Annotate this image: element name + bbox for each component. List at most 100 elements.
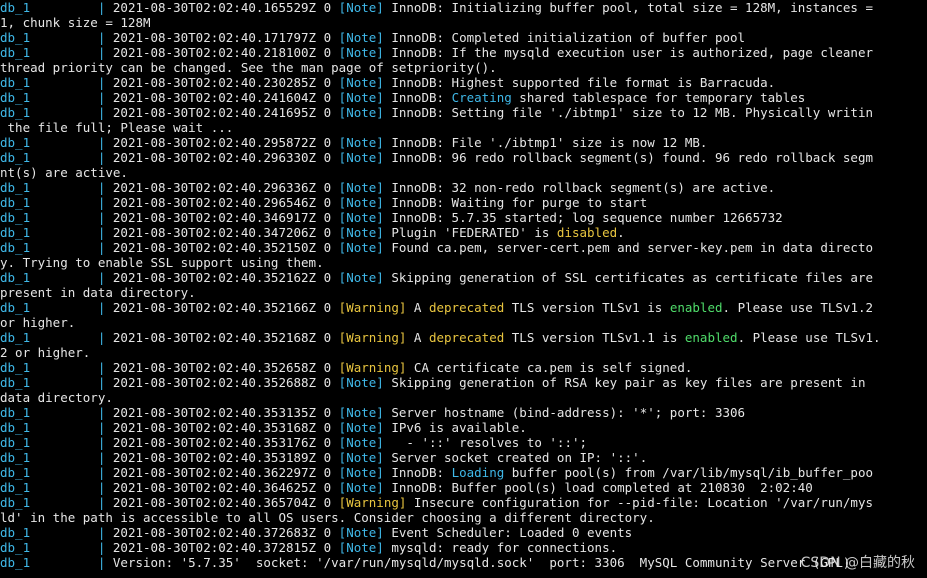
log-line: db_1 | 2021-08-30T02:02:40.296336Z 0 [No… [0,180,927,195]
log-text: . Please use TLSv1.2 [722,300,874,315]
log-line: db_1 | 2021-08-30T02:02:40.230285Z 0 [No… [0,75,927,90]
log-line: db_1 | 2021-08-30T02:02:40.372815Z 0 [No… [0,540,927,555]
note-tag: [Note] [338,135,384,150]
service-prefix: db_1 | [0,75,113,90]
log-text: present in data directory. [0,285,196,300]
highlighted-word: deprecated [428,300,505,315]
log-text: 2021-08-30T02:02:40.353176Z 0 [112,435,339,450]
log-line: db_1 | 2021-08-30T02:02:40.353168Z 0 [No… [0,420,927,435]
log-text: Plugin 'FEDERATED' is [383,225,557,240]
service-prefix: db_1 | [0,180,113,195]
log-line: db_1 | 2021-08-30T02:02:40.218100Z 0 [No… [0,45,927,60]
log-line: data directory. [0,390,927,405]
log-line: db_1 | 2021-08-30T02:02:40.352688Z 0 [No… [0,375,927,390]
log-text: InnoDB: Buffer pool(s) load completed at… [383,480,813,495]
note-tag: [Note] [338,540,384,555]
log-text: 2021-08-30T02:02:40.346917Z 0 [112,210,339,225]
log-text: Skipping generation of RSA key pair as k… [383,375,866,390]
log-line: db_1 | 2021-08-30T02:02:40.352658Z 0 [Wa… [0,360,927,375]
log-line: db_1 | 2021-08-30T02:02:40.353135Z 0 [No… [0,405,927,420]
log-line: db_1 | 2021-08-30T02:02:40.353176Z 0 [No… [0,435,927,450]
log-text: y. Trying to enable SSL support using th… [0,255,324,270]
log-text: TLS version TLSv1 is [504,300,670,315]
log-text: InnoDB: Setting file './ibtmp1' size to … [383,105,873,120]
log-line: db_1 | 2021-08-30T02:02:40.295872Z 0 [No… [0,135,927,150]
log-text: the file full; Please wait ... [0,120,234,135]
log-text: 2021-08-30T02:02:40.218100Z 0 [112,45,339,60]
log-text: TLS version TLSv1.1 is [504,330,685,345]
note-tag: [Note] [338,75,384,90]
log-line: or higher. [0,315,927,330]
note-tag: [Note] [338,405,384,420]
service-prefix: db_1 | [0,30,113,45]
terminal-output[interactable]: db_1 | 2021-08-30T02:02:40.165529Z 0 [No… [0,0,927,578]
log-text: 2021-08-30T02:02:40.352166Z 0 [112,300,339,315]
log-text: 2021-08-30T02:02:40.241604Z 0 [112,90,339,105]
note-tag: [Note] [338,450,384,465]
note-tag: [Note] [338,420,384,435]
warning-tag: [Warning] [338,495,407,510]
service-prefix: db_1 | [0,450,113,465]
log-text: Insecure configuration for --pid-file: L… [406,495,873,510]
log-text: . [617,225,625,240]
service-prefix: db_1 | [0,360,113,375]
service-prefix: db_1 | [0,495,113,510]
log-text: CA certificate ca.pem is self signed. [406,360,693,375]
log-text: 2021-08-30T02:02:40.352688Z 0 [112,375,339,390]
warning-tag: [Warning] [338,360,407,375]
log-line: the file full; Please wait ... [0,120,927,135]
log-line: 2 or higher. [0,345,927,360]
log-line: db_1 | 2021-08-30T02:02:40.352168Z 0 [Wa… [0,330,927,345]
note-tag: [Note] [338,195,384,210]
log-text: ld' in the path is accessible to all OS … [0,510,655,525]
note-tag: [Note] [338,90,384,105]
note-tag: [Note] [338,225,384,240]
note-tag: [Note] [338,270,384,285]
watermark: CSDN @白藏的秋 [800,555,915,571]
log-text: InnoDB: If the mysqld execution user is … [383,45,873,60]
log-line: db_1 | 2021-08-30T02:02:40.346917Z 0 [No… [0,210,927,225]
service-prefix: db_1 | [0,45,113,60]
log-text: 2021-08-30T02:02:40.296546Z 0 [112,195,339,210]
service-prefix: db_1 | [0,270,113,285]
log-line: db_1 | 2021-08-30T02:02:40.171797Z 0 [No… [0,30,927,45]
log-text: Event Scheduler: Loaded 0 events [383,525,633,540]
log-line: 1, chunk size = 128M [0,15,927,30]
note-tag: [Note] [338,30,384,45]
log-text: InnoDB: Highest supported file format is… [383,75,776,90]
service-prefix: db_1 | [0,405,113,420]
log-text: 2021-08-30T02:02:40.353189Z 0 [112,450,339,465]
service-prefix: db_1 | [0,465,113,480]
log-text: IPv6 is available. [383,420,527,435]
service-prefix: db_1 | [0,195,113,210]
note-tag: [Note] [338,180,384,195]
service-prefix: db_1 | [0,0,113,15]
log-text: InnoDB: File './ibtmp1' size is now 12 M… [383,135,708,150]
service-prefix: db_1 | [0,300,113,315]
highlighted-word: disabled [556,225,618,240]
log-text: InnoDB: Completed initialization of buff… [383,30,746,45]
note-tag: [Note] [338,150,384,165]
log-text: InnoDB: Initializing buffer pool, total … [383,0,873,15]
note-tag: [Note] [338,210,384,225]
log-text: InnoDB: 5.7.35 started; log sequence num… [383,210,783,225]
service-prefix: db_1 | [0,105,113,120]
note-tag: [Note] [338,375,384,390]
log-text: 2021-08-30T02:02:40.364625Z 0 [112,480,339,495]
log-text: 2021-08-30T02:02:40.352150Z 0 [112,240,339,255]
log-line: nt(s) are active. [0,165,927,180]
log-text: InnoDB: Waiting for purge to start [383,195,648,210]
log-line: db_1 | 2021-08-30T02:02:40.241604Z 0 [No… [0,90,927,105]
log-text: Found ca.pem, server-cert.pem and server… [383,240,873,255]
log-line: db_1 | 2021-08-30T02:02:40.364625Z 0 [No… [0,480,927,495]
log-text: 2 or higher. [0,345,91,360]
log-text: 2021-08-30T02:02:40.230285Z 0 [112,75,339,90]
log-line: ld' in the path is accessible to all OS … [0,510,927,525]
log-line: thread priority can be changed. See the … [0,60,927,75]
service-prefix: db_1 | [0,420,113,435]
log-line: db_1 | 2021-08-30T02:02:40.362297Z 0 [No… [0,465,927,480]
service-prefix: db_1 | [0,330,113,345]
log-text: 2021-08-30T02:02:40.352162Z 0 [112,270,339,285]
warning-tag: [Warning] [338,330,407,345]
log-text: InnoDB: [383,465,452,480]
